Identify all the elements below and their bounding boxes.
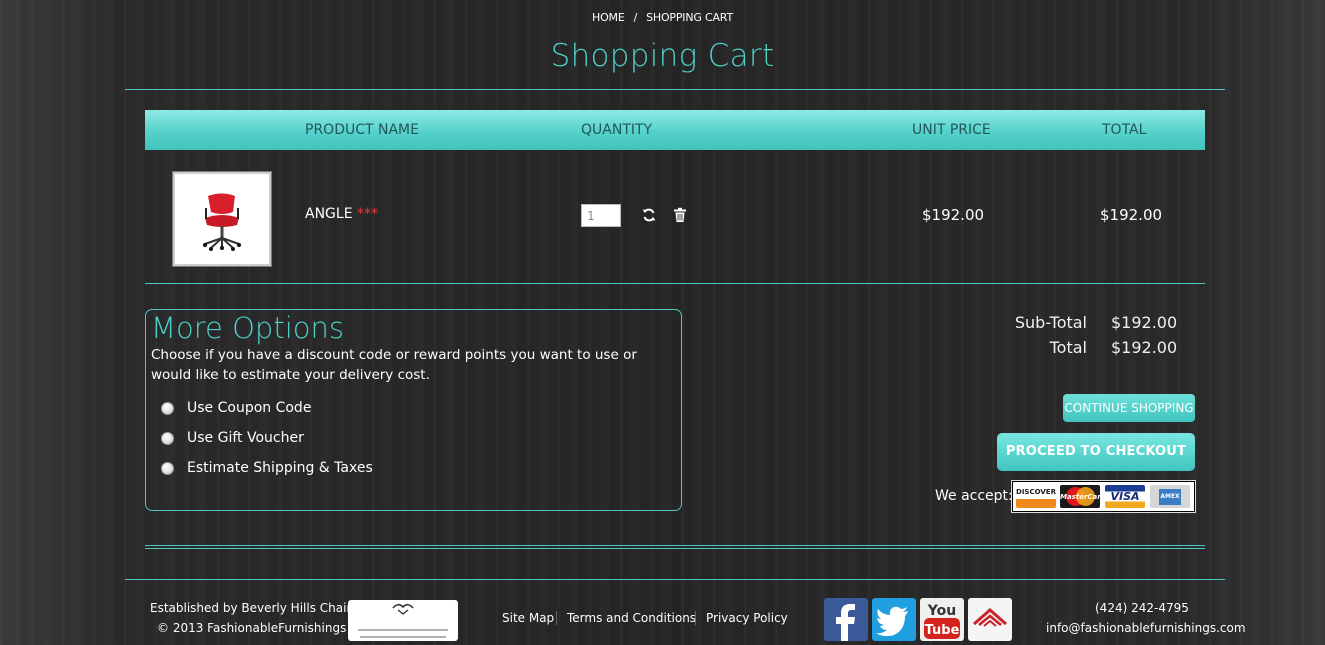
- svg-text:Tube: Tube: [925, 623, 960, 638]
- footer-link-terms[interactable]: Terms and Conditions: [567, 611, 696, 625]
- footer-divider-top: [145, 545, 1205, 546]
- footer-phone[interactable]: (424) 242-4795: [1095, 601, 1189, 615]
- footer-link-site-map[interactable]: Site Map: [502, 611, 554, 625]
- product-name[interactable]: ANGLE ***: [305, 206, 378, 222]
- title-divider: [125, 89, 1225, 90]
- payment-cards: DISCOVER MasterCard VISA AMEX: [1012, 481, 1195, 512]
- estimate-shipping-label[interactable]: Estimate Shipping & Taxes: [187, 460, 373, 476]
- footer-copyright: © 2013 FashionableFurnishings: [157, 621, 347, 635]
- header-quantity: QUANTITY: [581, 122, 653, 138]
- facebook-icon[interactable]: [824, 598, 868, 641]
- breadcrumb-separator: /: [633, 11, 638, 24]
- header-unit-price: UNIT PRICE: [912, 122, 991, 138]
- houzz-icon[interactable]: [968, 598, 1012, 641]
- header-total: TOTAL: [1102, 122, 1147, 138]
- youtube-icon[interactable]: You Tube: [920, 598, 964, 641]
- estimate-shipping-radio[interactable]: [161, 462, 174, 475]
- we-accept-label: We accept:: [935, 488, 1013, 504]
- coupon-label[interactable]: Use Coupon Code: [187, 400, 311, 416]
- beverly-hills-logo-icon: [358, 603, 448, 638]
- unit-price: $192.00: [922, 206, 985, 224]
- breadcrumb-home[interactable]: HOME: [592, 11, 625, 24]
- header-product-name: PRODUCT NAME: [305, 122, 419, 138]
- footer-link-separator: [556, 611, 557, 625]
- refresh-icon[interactable]: [641, 207, 657, 223]
- gift-voucher-label[interactable]: Use Gift Voucher: [187, 430, 304, 446]
- more-options-description: Choose if you have a discount code or re…: [151, 347, 637, 383]
- page-title: Shopping Cart: [550, 38, 775, 74]
- discover-card-icon: DISCOVER: [1016, 485, 1056, 508]
- visa-card-icon: VISA: [1105, 485, 1145, 508]
- footer-divider-top-2: [145, 548, 1205, 549]
- row-total: $192.00: [1100, 206, 1163, 224]
- footer-link-privacy[interactable]: Privacy Policy: [706, 611, 788, 625]
- product-name-label[interactable]: ANGLE: [305, 206, 353, 222]
- subtotal-value: $192.00: [1111, 313, 1178, 332]
- mastercard-card-icon: MasterCard: [1060, 485, 1100, 508]
- breadcrumb-current[interactable]: SHOPPING CART: [646, 11, 733, 24]
- footer-email[interactable]: info@fashionablefurnishings.com: [1046, 621, 1246, 635]
- svg-text:You: You: [927, 603, 956, 619]
- more-options-title: More Options: [151, 311, 345, 345]
- amex-card-icon: AMEX: [1150, 485, 1190, 508]
- chair-image: [203, 193, 241, 251]
- coupon-radio[interactable]: [161, 402, 174, 415]
- twitter-icon[interactable]: [872, 598, 916, 641]
- page: { "breadcrumb": {"home": "HOME", "separa…: [0, 0, 1325, 641]
- proceed-to-checkout-button[interactable]: PROCEED TO CHECKOUT: [997, 433, 1195, 471]
- total-label: Total: [1049, 338, 1087, 357]
- total-value: $192.00: [1111, 338, 1178, 357]
- trash-icon[interactable]: [672, 207, 688, 223]
- stock-marker: ***: [357, 206, 378, 222]
- footer-established: Established by Beverly Hills Chairs: [150, 601, 358, 615]
- product-thumbnail[interactable]: [173, 172, 271, 266]
- continue-shopping-button[interactable]: CONTINUE SHOPPING: [1063, 394, 1195, 422]
- subtotal-label: Sub-Total: [1014, 313, 1087, 332]
- cart-table-header: PRODUCT NAME QUANTITY UNIT PRICE TOTAL: [145, 110, 1205, 150]
- footer-link-separator: [695, 611, 696, 625]
- gift-voucher-radio[interactable]: [161, 432, 174, 445]
- beverly-hills-chairs-logo[interactable]: [348, 600, 458, 641]
- quantity-input[interactable]: [581, 204, 621, 227]
- breadcrumb: HOME / SHOPPING CART: [0, 11, 1325, 24]
- table-divider: [145, 283, 1205, 284]
- footer-divider: [125, 579, 1225, 580]
